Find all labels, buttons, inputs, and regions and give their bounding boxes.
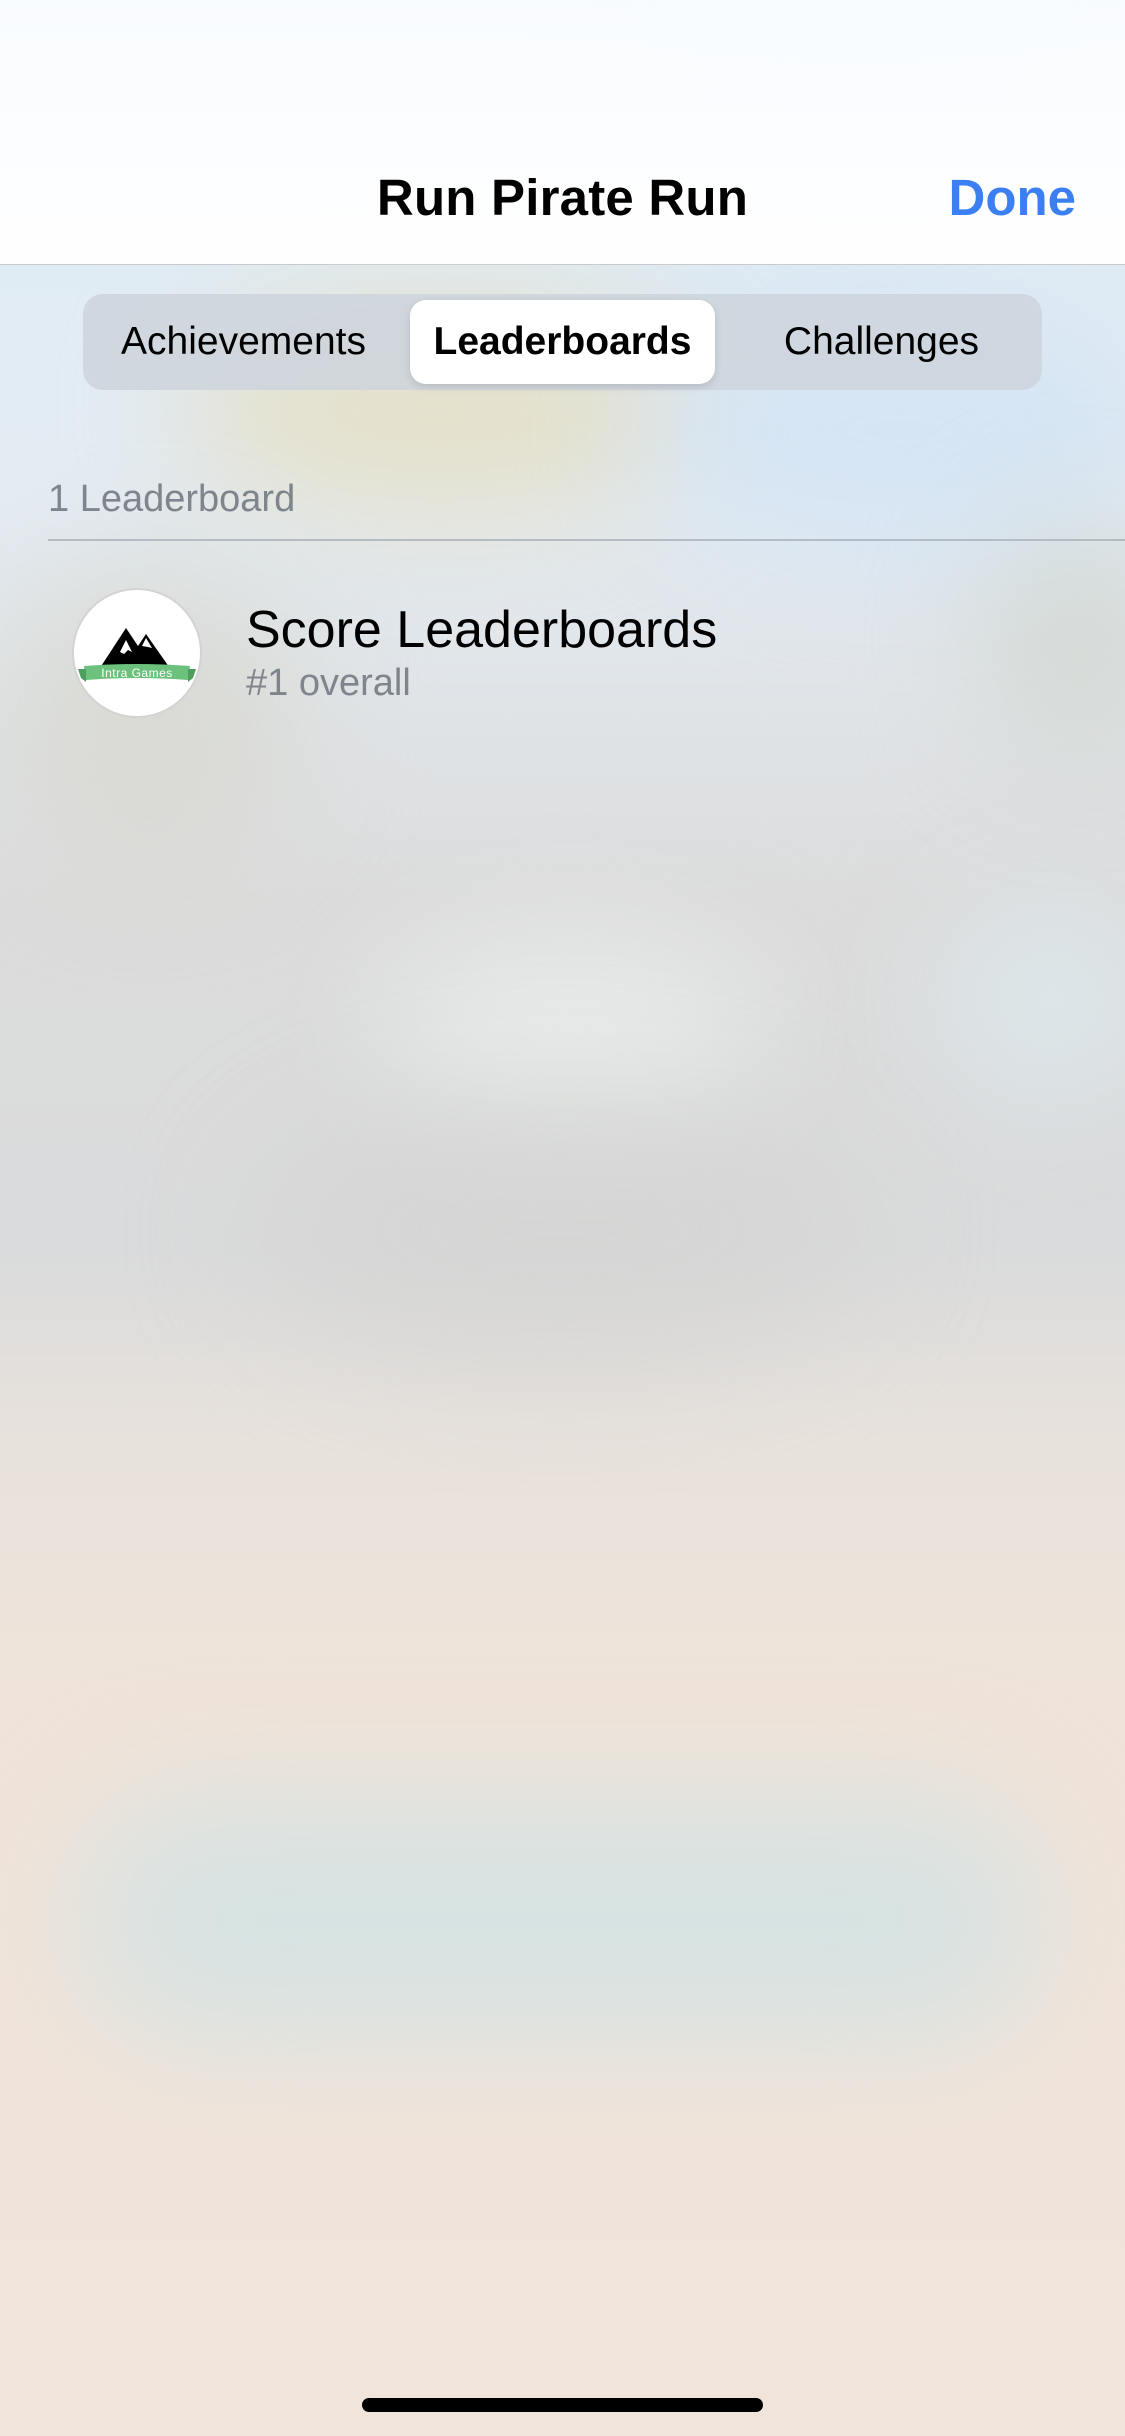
segmented-control: Achievements Leaderboards Challenges [83, 294, 1042, 390]
nav-header: Run Pirate Run Done [0, 0, 1125, 265]
section-header: 1 Leaderboard [48, 478, 296, 520]
leaderboard-title: Score Leaderboards [246, 601, 718, 659]
tab-leaderboards[interactable]: Leaderboards [410, 300, 715, 384]
logo-ribbon-text: Intra Games [101, 666, 173, 680]
section-divider [48, 539, 1125, 541]
leaderboard-rank: #1 overall [246, 662, 411, 704]
home-indicator[interactable] [362, 2398, 763, 2412]
leaderboard-row[interactable]: Intra Games Score Leaderboards #1 overal… [0, 560, 1125, 740]
tab-challenges[interactable]: Challenges [729, 300, 1034, 384]
done-button[interactable]: Done [949, 168, 1077, 227]
intra-games-mountain-logo-icon: Intra Games [72, 588, 202, 718]
tab-achievements[interactable]: Achievements [91, 300, 396, 384]
